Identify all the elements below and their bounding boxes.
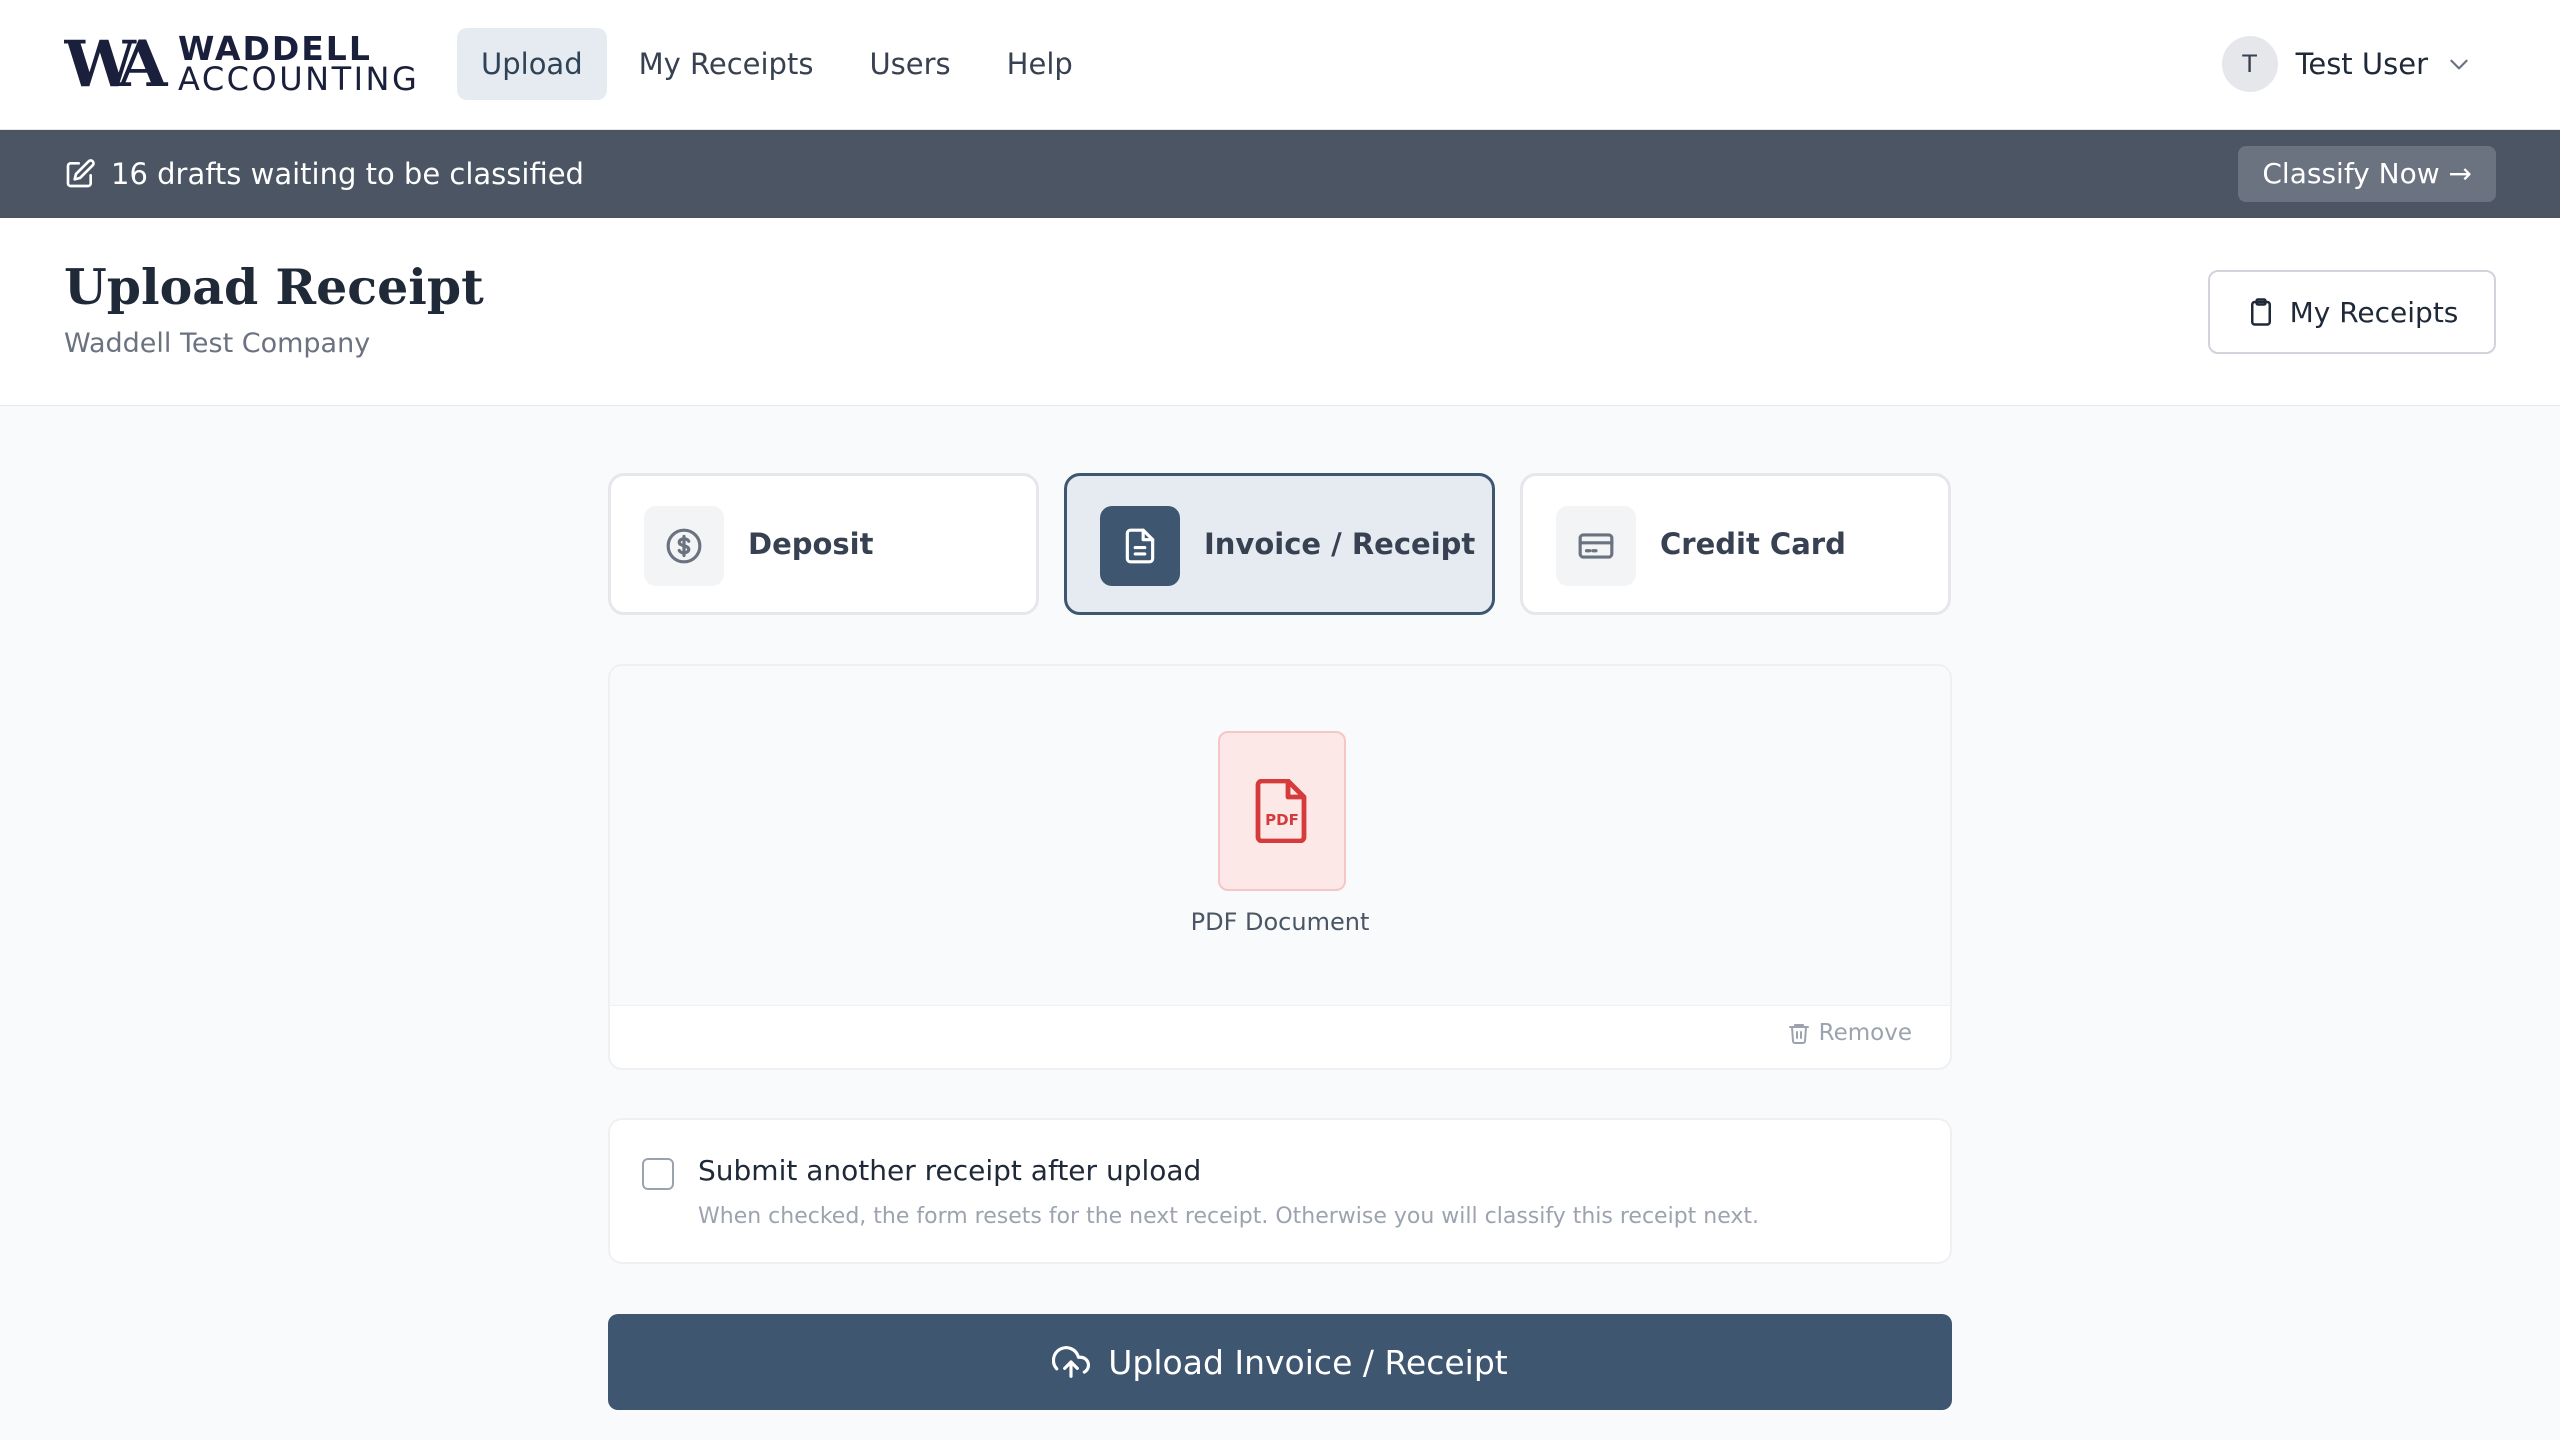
nav-upload[interactable]: Upload	[457, 28, 607, 100]
company-name: Waddell Test Company	[64, 328, 371, 359]
wa-monogram-logo: WA	[64, 27, 176, 102]
svg-text:PDF: PDF	[1265, 811, 1299, 829]
trash-icon	[1788, 1024, 1809, 1044]
avatar: T	[2221, 36, 2278, 92]
submit-another-checkbox[interactable]	[642, 1158, 674, 1190]
file-type-label: PDF Document	[1190, 908, 1370, 936]
nav-my-receipts[interactable]: My Receipts	[615, 28, 838, 100]
nav-help[interactable]: Help	[983, 28, 1097, 100]
document-icon	[1125, 528, 1155, 564]
submit-another-hint: When checked, the form resets for the ne…	[698, 1204, 1760, 1229]
drafts-banner: 16 drafts waiting to be classified Class…	[0, 130, 2560, 218]
page-title: Upload Receipt	[64, 258, 484, 316]
dollar-circle-icon	[666, 528, 702, 564]
type-deposit[interactable]: Deposit	[608, 473, 1039, 615]
pdf-file-icon: PDF	[1255, 779, 1307, 843]
waddell-accounting-logo[interactable]: WA WADDELL ACCOUNTING	[64, 26, 417, 102]
submit-another-option: Submit another receipt after upload When…	[608, 1118, 1952, 1264]
chevron-down-icon	[2450, 59, 2468, 70]
type-invoice-receipt[interactable]: Invoice / Receipt	[1064, 473, 1495, 615]
main-nav: Upload My Receipts Users Help	[457, 28, 1097, 100]
top-navigation-bar: WA WADDELL ACCOUNTING Upload My Receipts…	[0, 0, 2560, 130]
svg-text:WA: WA	[64, 27, 169, 102]
file-preview-area: PDF PDF Document	[610, 666, 1950, 1006]
type-deposit-label: Deposit	[748, 527, 874, 561]
user-name: Test User	[2295, 47, 2428, 81]
my-receipts-button[interactable]: My Receipts	[2208, 270, 2496, 354]
upload-cloud-icon	[1052, 1346, 1091, 1378]
clipboard-icon	[2250, 298, 2271, 326]
upload-button-label: Upload Invoice / Receipt	[1108, 1342, 1508, 1382]
type-credit-card-label: Credit Card	[1660, 527, 1846, 561]
pdf-file-thumbnail[interactable]: PDF	[1218, 731, 1346, 891]
type-invoice-receipt-label: Invoice / Receipt	[1204, 527, 1476, 561]
upload-invoice-receipt-button[interactable]: Upload Invoice / Receipt	[608, 1314, 1952, 1410]
type-credit-card[interactable]: Credit Card	[1520, 473, 1951, 615]
logo-line-2: ACCOUNTING	[178, 60, 420, 98]
remove-file-button[interactable]: Remove	[1787, 1020, 1912, 1046]
submit-another-label[interactable]: Submit another receipt after upload	[698, 1154, 1201, 1187]
file-preview-card: PDF PDF Document Remove	[608, 664, 1952, 1070]
drafts-banner-text: 16 drafts waiting to be classified	[111, 157, 584, 191]
edit-icon	[66, 159, 95, 188]
nav-users[interactable]: Users	[845, 28, 974, 100]
remove-file-label: Remove	[1818, 1020, 1912, 1046]
user-menu[interactable]: T Test User	[2221, 36, 2472, 92]
page-header: Upload Receipt Waddell Test Company My R…	[0, 218, 2560, 406]
my-receipts-button-label: My Receipts	[2289, 295, 2459, 329]
classify-now-button[interactable]: Classify Now →	[2238, 146, 2496, 202]
credit-card-icon	[1578, 533, 1614, 559]
